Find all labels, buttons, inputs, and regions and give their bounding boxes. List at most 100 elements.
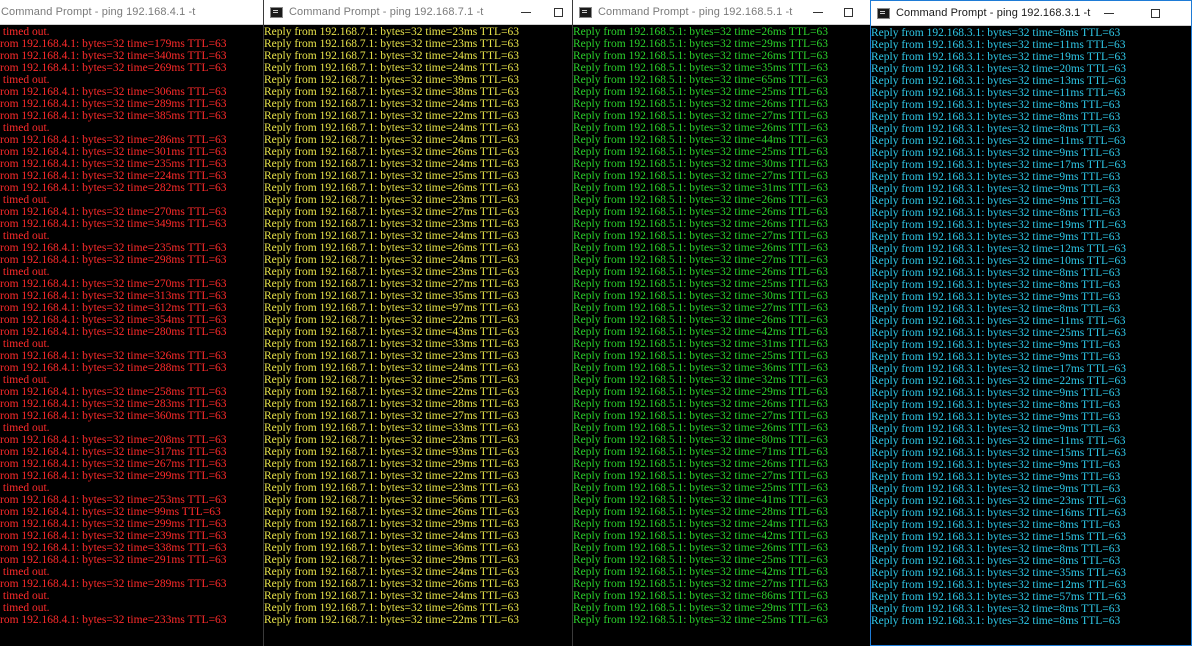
title-bar[interactable]: Command Prompt - ping 192.168.5.1 -t xyxy=(573,0,870,25)
console-line: Reply from 192.168.3.1: bytes=32 time=11… xyxy=(871,87,1126,99)
console-line: rom 192.168.4.1: bytes=32 time=235ms TTL… xyxy=(0,242,227,254)
title-bar[interactable]: Command Prompt - ping 192.168.4.1 -t xyxy=(0,0,263,25)
console-line: Reply from 192.168.5.1: bytes=32 time=26… xyxy=(573,314,828,326)
console-line: Reply from 192.168.7.1: bytes=32 time=23… xyxy=(264,434,519,446)
console-line: Reply from 192.168.5.1: bytes=32 time=26… xyxy=(573,26,828,38)
console-line: Reply from 192.168.7.1: bytes=32 time=24… xyxy=(264,362,519,374)
console-line: rom 192.168.4.1: bytes=32 time=258ms TTL… xyxy=(0,386,227,398)
console-line: Reply from 192.168.5.1: bytes=32 time=26… xyxy=(573,542,828,554)
console-output[interactable]: timed out. rom 192.168.4.1: bytes=32 time… xyxy=(0,24,263,646)
console-line: Reply from 192.168.3.1: bytes=32 time=11… xyxy=(871,135,1126,147)
console-line: Reply from 192.168.3.1: bytes=32 time=8m… xyxy=(871,27,1121,39)
console-line: Reply from 192.168.3.1: bytes=32 time=22… xyxy=(871,375,1126,387)
console-line: Reply from 192.168.3.1: bytes=32 time=9m… xyxy=(871,411,1121,423)
cmd-window-192-168-3-1[interactable]: Command Prompt - ping 192.168.3.1 -t Rep… xyxy=(870,0,1192,646)
console-line: Reply from 192.168.5.1: bytes=32 time=26… xyxy=(573,206,828,218)
console-line: Reply from 192.168.7.1: bytes=32 time=24… xyxy=(264,50,519,62)
window-title: Command Prompt - ping 192.168.7.1 -t xyxy=(289,6,484,18)
console-line: Reply from 192.168.3.1: bytes=32 time=9m… xyxy=(871,339,1121,351)
console-line: Reply from 192.168.7.1: bytes=32 time=24… xyxy=(264,530,519,542)
window-title: Command Prompt - ping 192.168.5.1 -t xyxy=(598,6,793,18)
minimize-icon xyxy=(521,11,531,13)
console-line: Reply from 192.168.5.1: bytes=32 time=44… xyxy=(573,134,828,146)
maximize-button[interactable] xyxy=(838,0,858,24)
console-line: Reply from 192.168.5.1: bytes=32 time=29… xyxy=(573,38,828,50)
console-line: rom 192.168.4.1: bytes=32 time=313ms TTL… xyxy=(0,290,227,302)
console-line: Reply from 192.168.5.1: bytes=32 time=42… xyxy=(573,566,828,578)
console-line: Reply from 192.168.3.1: bytes=32 time=15… xyxy=(871,531,1126,543)
console-output[interactable]: Reply from 192.168.7.1: bytes=32 time=23… xyxy=(264,24,572,646)
console-line: Reply from 192.168.3.1: bytes=32 time=9m… xyxy=(871,291,1121,303)
console-line: timed out. xyxy=(0,74,50,86)
console-line: Reply from 192.168.3.1: bytes=32 time=8m… xyxy=(871,123,1121,135)
console-output[interactable]: Reply from 192.168.5.1: bytes=32 time=26… xyxy=(573,24,870,646)
console-line: Reply from 192.168.3.1: bytes=32 time=8m… xyxy=(871,303,1121,315)
console-line: Reply from 192.168.5.1: bytes=32 time=42… xyxy=(573,326,828,338)
console-line: timed out. xyxy=(0,482,50,494)
console-line: rom 192.168.4.1: bytes=32 time=99ms TTL=… xyxy=(0,506,221,518)
console-line: Reply from 192.168.5.1: bytes=32 time=30… xyxy=(573,290,828,302)
console-line: rom 192.168.4.1: bytes=32 time=179ms TTL… xyxy=(0,38,227,50)
console-line: rom 192.168.4.1: bytes=32 time=340ms TTL… xyxy=(0,50,227,62)
console-line: Reply from 192.168.3.1: bytes=32 time=8m… xyxy=(871,399,1121,411)
console-line: Reply from 192.168.7.1: bytes=32 time=24… xyxy=(264,590,519,602)
console-line: Reply from 192.168.5.1: bytes=32 time=26… xyxy=(573,194,828,206)
console-line: Reply from 192.168.5.1: bytes=32 time=31… xyxy=(573,182,828,194)
cmd-window-192-168-5-1[interactable]: Command Prompt - ping 192.168.5.1 -t Rep… xyxy=(572,0,870,646)
console-line: Reply from 192.168.7.1: bytes=32 time=33… xyxy=(264,338,519,350)
console-line: Reply from 192.168.3.1: bytes=32 time=8m… xyxy=(871,519,1121,531)
console-line: Reply from 192.168.5.1: bytes=32 time=25… xyxy=(573,278,828,290)
maximize-icon xyxy=(843,7,853,17)
console-line: Reply from 192.168.7.1: bytes=32 time=28… xyxy=(264,398,519,410)
console-line: Reply from 192.168.7.1: bytes=32 time=29… xyxy=(264,554,519,566)
console-line: Reply from 192.168.3.1: bytes=32 time=9m… xyxy=(871,171,1121,183)
console-line: Reply from 192.168.7.1: bytes=32 time=26… xyxy=(264,146,519,158)
console-line: rom 192.168.4.1: bytes=32 time=360ms TTL… xyxy=(0,410,227,422)
console-line: Reply from 192.168.3.1: bytes=32 time=8m… xyxy=(871,603,1121,615)
console-line: rom 192.168.4.1: bytes=32 time=298ms TTL… xyxy=(0,254,227,266)
console-line: Reply from 192.168.7.1: bytes=32 time=38… xyxy=(264,86,519,98)
console-line: Reply from 192.168.3.1: bytes=32 time=11… xyxy=(871,39,1126,51)
console-line: Reply from 192.168.3.1: bytes=32 time=8m… xyxy=(871,543,1121,555)
console-line: Reply from 192.168.5.1: bytes=32 time=27… xyxy=(573,410,828,422)
console-line: Reply from 192.168.3.1: bytes=32 time=13… xyxy=(871,75,1126,87)
console-line: Reply from 192.168.7.1: bytes=32 time=56… xyxy=(264,494,519,506)
console-output[interactable]: Reply from 192.168.3.1: bytes=32 time=8m… xyxy=(871,25,1191,645)
console-line: Reply from 192.168.3.1: bytes=32 time=19… xyxy=(871,51,1126,63)
console-line: Reply from 192.168.5.1: bytes=32 time=25… xyxy=(573,350,828,362)
console-line: Reply from 192.168.5.1: bytes=32 time=36… xyxy=(573,362,828,374)
title-bar[interactable]: Command Prompt - ping 192.168.3.1 -t xyxy=(871,1,1191,26)
console-line: Reply from 192.168.7.1: bytes=32 time=43… xyxy=(264,326,519,338)
console-line: Reply from 192.168.5.1: bytes=32 time=27… xyxy=(573,254,828,266)
console-line: Reply from 192.168.3.1: bytes=32 time=9m… xyxy=(871,423,1121,435)
console-line: Reply from 192.168.3.1: bytes=32 time=9m… xyxy=(871,195,1121,207)
console-line: rom 192.168.4.1: bytes=32 time=270ms TTL… xyxy=(0,206,227,218)
console-line: Reply from 192.168.3.1: bytes=32 time=9m… xyxy=(871,351,1121,363)
console-line: timed out. xyxy=(0,602,50,614)
console-line: Reply from 192.168.5.1: bytes=32 time=35… xyxy=(573,62,828,74)
console-line: Reply from 192.168.7.1: bytes=32 time=24… xyxy=(264,122,519,134)
console-line: Reply from 192.168.5.1: bytes=32 time=65… xyxy=(573,74,828,86)
minimize-button[interactable] xyxy=(516,0,536,24)
minimize-button[interactable] xyxy=(808,0,828,24)
console-line: rom 192.168.4.1: bytes=32 time=267ms TTL… xyxy=(0,458,227,470)
console-line: rom 192.168.4.1: bytes=32 time=282ms TTL… xyxy=(0,182,227,194)
console-line: Reply from 192.168.5.1: bytes=32 time=26… xyxy=(573,50,828,62)
console-line: rom 192.168.4.1: bytes=32 time=317ms TTL… xyxy=(0,446,227,458)
title-bar[interactable]: Command Prompt - ping 192.168.7.1 -t xyxy=(264,0,572,25)
window-title: Command Prompt - ping 192.168.3.1 -t xyxy=(896,7,1091,19)
console-line: rom 192.168.4.1: bytes=32 time=224ms TTL… xyxy=(0,170,227,182)
maximize-button[interactable] xyxy=(548,0,568,24)
console-line: Reply from 192.168.7.1: bytes=32 time=24… xyxy=(264,158,519,170)
console-line: Reply from 192.168.7.1: bytes=32 time=22… xyxy=(264,314,519,326)
console-line: rom 192.168.4.1: bytes=32 time=349ms TTL… xyxy=(0,218,227,230)
cmd-window-192-168-4-1[interactable]: Command Prompt - ping 192.168.4.1 -t tim… xyxy=(0,0,263,646)
console-line: Reply from 192.168.7.1: bytes=32 time=22… xyxy=(264,110,519,122)
console-line: Reply from 192.168.7.1: bytes=32 time=23… xyxy=(264,350,519,362)
console-line: Reply from 192.168.3.1: bytes=32 time=11… xyxy=(871,435,1126,447)
console-line: Reply from 192.168.7.1: bytes=32 time=25… xyxy=(264,374,519,386)
cmd-window-192-168-7-1[interactable]: Command Prompt - ping 192.168.7.1 -t Rep… xyxy=(263,0,572,646)
maximize-button[interactable] xyxy=(1145,1,1165,25)
minimize-button[interactable] xyxy=(1099,1,1119,25)
console-line: Reply from 192.168.3.1: bytes=32 time=11… xyxy=(871,315,1126,327)
